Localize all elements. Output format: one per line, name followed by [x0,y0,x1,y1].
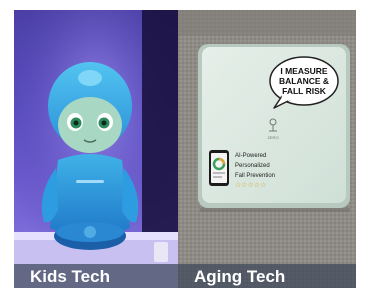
kids-tech-caption: Kids Tech [30,267,110,286]
brand-label: ZERO [267,135,278,140]
scale-illustration: I MEASURE BALANCE & FALL RISK ZERO AI-Po… [178,10,356,288]
aging-tech-caption: Aging Tech [194,267,286,286]
feature-3: Fall Prevention [235,173,275,179]
robot-illustration [14,10,178,288]
aging-tech-photo: I MEASURE BALANCE & FALL RISK ZERO AI-Po… [178,10,356,288]
phone-icon [209,150,229,186]
kids-tech-photo: Kids Tech [14,10,178,288]
feature-2: Personalized [235,163,270,169]
rating-stars: ☆☆☆☆☆ [235,181,266,189]
bubble-line-3: FALL RISK [282,86,327,96]
feature-1: AI-Powered [235,153,266,159]
bubble-line-1: I MEASURE [280,66,328,76]
bubble-line-2: BALANCE & [279,76,329,86]
